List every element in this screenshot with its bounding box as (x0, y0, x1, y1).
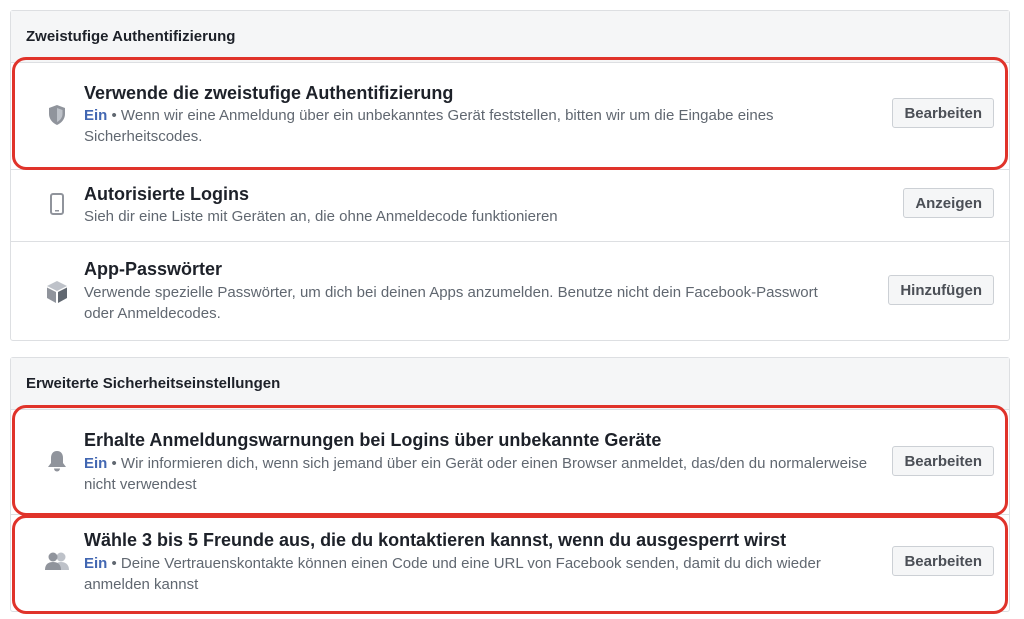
authorized-logins-description: Sieh dir eine Liste mit Geräten an, die … (84, 208, 558, 225)
bell-icon (45, 449, 69, 473)
two-factor-title: Verwende die zweistufige Authentifizieru… (84, 83, 454, 103)
advanced-security-panel: Erweiterte Sicherheitseinstellungen Erha… (10, 357, 1010, 612)
app-passwords-description: Verwende spezielle Passwörter, um dich b… (84, 284, 818, 322)
show-authorized-logins-button[interactable]: Anzeigen (903, 188, 994, 218)
login-alerts-description: Ein • Wir informieren dich, wenn sich je… (84, 453, 874, 495)
shield-icon (45, 103, 69, 127)
two-factor-header: Zweistufige Authentifizierung (11, 11, 1009, 63)
status-badge: Ein (84, 455, 108, 472)
trusted-contacts-description: Ein • Deine Vertrauenskontakte können ei… (84, 553, 874, 595)
friends-icon (43, 549, 71, 573)
authorized-logins-title: Autorisierte Logins (84, 184, 250, 204)
row-trusted-contacts: Wähle 3 bis 5 Freunde aus, die du kontak… (11, 514, 1009, 611)
edit-login-alerts-button[interactable]: Bearbeiten (892, 446, 994, 476)
app-passwords-title: App-Passwörter (84, 259, 223, 279)
phone-icon (45, 192, 69, 216)
trusted-contacts-title: Wähle 3 bis 5 Freunde aus, die du kontak… (84, 530, 787, 550)
trusted-contacts-description-text: • Deine Vertrauenskontakte können einen … (84, 555, 821, 593)
status-badge: Ein (84, 107, 108, 124)
row-login-alerts: Erhalte Anmeldungswarnungen bei Logins ü… (11, 410, 1009, 514)
advanced-security-header: Erweiterte Sicherheitseinstellungen (11, 358, 1009, 410)
row-app-passwords: App-Passwörter Verwende spezielle Passwö… (11, 241, 1009, 340)
login-alerts-title: Erhalte Anmeldungswarnungen bei Logins ü… (84, 430, 662, 450)
edit-two-factor-button[interactable]: Bearbeiten (892, 98, 994, 128)
two-factor-description-text: • Wenn wir eine Anmeldung über ein unbek… (84, 107, 774, 145)
row-authorized-logins: Autorisierte Logins Sieh dir eine Liste … (11, 169, 1009, 241)
status-badge: Ein (84, 555, 108, 572)
two-factor-description: Ein • Wenn wir eine Anmeldung über ein u… (84, 105, 874, 147)
two-factor-panel: Zweistufige Authentifizierung Verwende d… (10, 10, 1010, 341)
login-alerts-description-text: • Wir informieren dich, wenn sich jemand… (84, 455, 868, 493)
cube-icon (45, 280, 69, 304)
row-two-factor: Verwende die zweistufige Authentifizieru… (11, 63, 1009, 169)
edit-trusted-contacts-button[interactable]: Bearbeiten (892, 546, 994, 576)
add-app-password-button[interactable]: Hinzufügen (888, 275, 994, 305)
